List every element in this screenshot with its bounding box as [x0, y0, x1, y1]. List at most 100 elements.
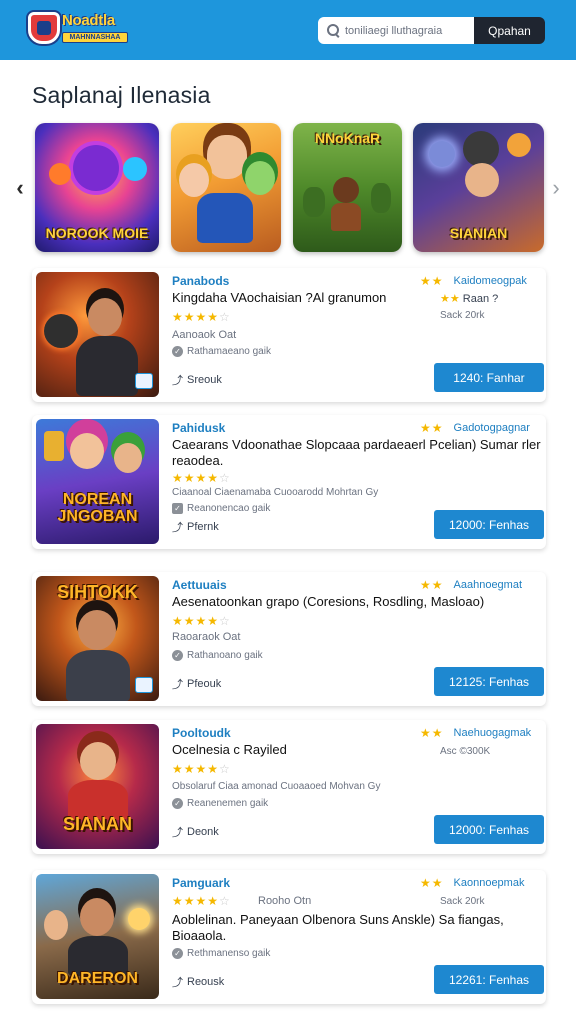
check-icon: ✓	[172, 346, 183, 357]
carousel-art	[507, 133, 531, 157]
price-button[interactable]: 12000: Fenhas	[434, 815, 544, 844]
card-meta: Ciaanoal Ciaenamaba Cuooarodd Mohrtan Gy	[172, 487, 379, 498]
card-meta: Obsolaruf Ciaa amonad Cuoaaoed Mohvan Gy	[172, 781, 381, 792]
card-category: Aettuuais	[172, 578, 227, 592]
thumbnail-art	[80, 742, 116, 780]
thumbnail-caption: DARERON	[57, 970, 138, 987]
side-meta-secondary: Sack 20rk	[440, 310, 485, 321]
carousel-tile-caption: SIANIAN	[449, 225, 508, 241]
side-meta-secondary: Asc ©300K	[440, 746, 491, 757]
price-button[interactable]: 12261: Fenhas	[434, 965, 544, 994]
carousel-art	[429, 141, 455, 167]
rating-label: Kaonnoepmak	[453, 877, 525, 889]
verified-text: Reanonencao gaik	[187, 503, 271, 514]
carousel-art	[333, 177, 359, 203]
card-category: Panabods	[172, 274, 230, 288]
carousel-tile[interactable]: SIANIAN	[413, 123, 544, 252]
share-icon: ⤴	[172, 679, 183, 691]
card-meta: Raoaraok Oat	[172, 631, 241, 643]
side-meta: ★★ Raan ?	[440, 293, 499, 305]
share-text: Pfeouk	[187, 678, 222, 690]
game-card[interactable]: Panabods Kingdaha VAochaisian ?Al granum…	[32, 268, 546, 402]
search-button[interactable]: Qpahan	[474, 17, 545, 44]
thumbnail-art	[78, 610, 116, 650]
carousel-art	[463, 131, 499, 167]
carousel-tile[interactable]	[171, 123, 281, 252]
carousel-tile[interactable]: NOROOK MOIE	[35, 123, 159, 252]
card-title[interactable]: Caearans Vdoonathae Slopcaaa pardaeaerl …	[172, 437, 542, 469]
verified-text: Rethmanenso gaik	[187, 948, 271, 959]
rating-stars: ★★★★☆	[172, 614, 231, 628]
share-link[interactable]: ⤴ Deonk	[172, 824, 219, 840]
thumbnail-caption: SIHTOKK	[57, 582, 138, 602]
carousel-art	[207, 135, 247, 179]
rating-stars-icon: ★★	[420, 726, 444, 740]
rating-summary: ★★ Aaahnoegmat	[420, 578, 522, 592]
rating-stars: ★★★★☆	[172, 310, 231, 324]
share-text: Reousk	[187, 976, 225, 988]
share-text: Pfernk	[187, 521, 219, 533]
carousel-prev-arrow-icon[interactable]: ‹	[12, 176, 28, 200]
price-button[interactable]: 12125: Fenhas	[434, 667, 544, 696]
carousel-tile-caption: NOROOK MOIE	[45, 225, 149, 241]
rating-stars: ★★★★☆	[172, 762, 231, 776]
game-card[interactable]: DARERON Pamguark ★★★★☆ Rooho Otn Aobleli…	[32, 870, 546, 1004]
card-title[interactable]: Aesenatoonkan grapo (Coresions, Rosdling…	[172, 594, 542, 610]
search-input[interactable]	[345, 24, 475, 37]
carousel-art	[331, 203, 361, 231]
share-icon: ⤴	[172, 827, 183, 839]
game-card[interactable]: NOREAN JNGOBAN Pahidusk Caearans Vdoonat…	[32, 415, 546, 549]
share-text: Sreouk	[187, 374, 222, 386]
thumbnail-art	[44, 910, 68, 940]
price-button[interactable]: 12000: Fenhas	[434, 510, 544, 539]
check-icon: ✓	[172, 650, 183, 661]
verified-line: ✓ Rethmanenso gaik	[172, 948, 270, 959]
rating-summary: ★★ Gadotogpagnar	[420, 421, 530, 435]
carousel-tile[interactable]: NNoKnaR	[293, 123, 402, 252]
card-title[interactable]: Aoblelinan. Paneyaan Olbenora Suns Anskl…	[172, 912, 542, 944]
thumbnail-art	[80, 898, 114, 936]
thumbnail-caption: NOREAN JNGOBAN	[57, 491, 138, 525]
search-box[interactable]	[318, 17, 475, 44]
game-thumbnail	[36, 272, 159, 397]
thumbnail-art	[88, 298, 122, 336]
card-category: Pahidusk	[172, 421, 226, 435]
logo-shield-icon	[28, 12, 60, 44]
carousel-art	[197, 193, 253, 243]
rating-stars-icon: ★★	[420, 578, 444, 592]
carousel-art	[123, 157, 147, 181]
verified-line: ✓ Reanenemen gaik	[172, 798, 268, 809]
card-meta: Aanoaok Oat	[172, 329, 237, 341]
carousel-art	[49, 163, 71, 185]
verified-text: Reanenemen gaik	[187, 798, 269, 809]
game-card[interactable]: SIHTOKK Aettuuais Aesenatoonkan grapo (C…	[32, 572, 546, 706]
rating-stars: ★★★★☆	[172, 471, 231, 485]
game-thumbnail: DARERON	[36, 874, 159, 999]
rating-label: Kaidomeogpak	[453, 275, 527, 287]
check-icon: ✓	[172, 503, 183, 514]
app-logo[interactable]: Noadtla MAHNNASHAA	[28, 10, 132, 48]
card-meta: Rooho Otn	[258, 895, 312, 907]
share-link[interactable]: ⤴ Pfernk	[172, 519, 219, 535]
share-link[interactable]: ⤴ Pfeouk	[172, 676, 221, 692]
carousel-next-arrow-icon[interactable]: ›	[548, 176, 564, 200]
price-button[interactable]: 1240: Fanhar	[434, 363, 544, 392]
check-icon: ✓	[172, 798, 183, 809]
verified-text: Rathamaeano gaik	[187, 346, 271, 357]
share-text: Deonk	[187, 826, 219, 838]
rating-summary: ★★ Naehuogagmak	[420, 726, 531, 740]
thumbnail-art	[76, 336, 138, 396]
game-card[interactable]: SIANAN Pooltoudk Ocelnesia c Rayiled ★★★…	[32, 720, 546, 854]
carousel-art	[465, 163, 499, 197]
share-link[interactable]: ⤴ Reousk	[172, 974, 224, 990]
thumbnail-art	[66, 650, 130, 701]
platform-badge-icon	[135, 677, 153, 693]
check-icon: ✓	[172, 948, 183, 959]
share-link[interactable]: ⤴ Sreouk	[172, 372, 222, 388]
carousel-art	[371, 183, 391, 213]
logo-subtitle: MAHNNASHAA	[62, 32, 128, 43]
carousel-art	[245, 161, 275, 195]
verified-line: ✓ Rathamaeano gaik	[172, 346, 271, 357]
page-title: Saplanaj Ilenasia	[32, 82, 211, 108]
verified-text: Rathanoano gaik	[187, 650, 263, 661]
